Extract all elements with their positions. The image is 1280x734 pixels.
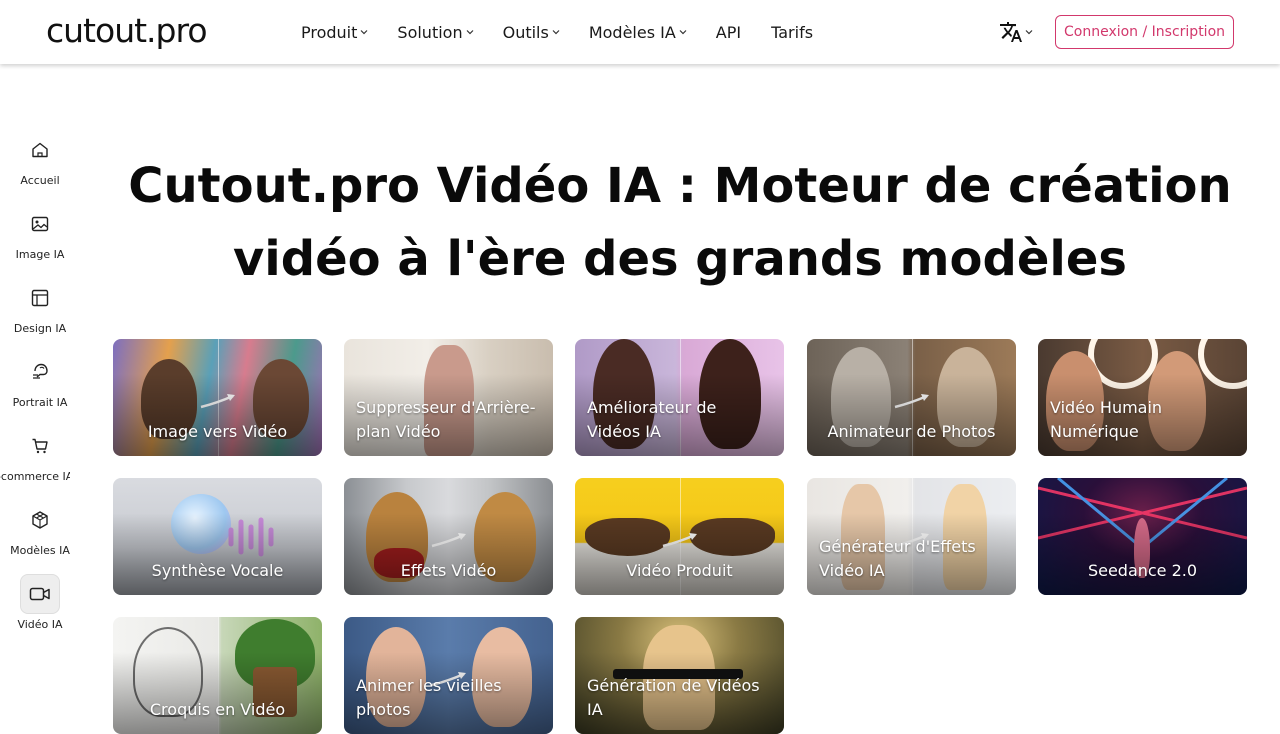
card-label: Vidéo Humain Numérique [1050,398,1163,441]
card-label: Générateur d'Effets Vidéo IA [819,537,976,580]
sidebar-item-ecommerce-ia[interactable]: E-commerce IA [0,426,80,500]
card-label: Croquis en Vidéo [149,700,286,719]
page-title-line2: vidéo à l'ère des grands modèles [233,231,1127,287]
nav-tarifs-label: Tarifs [771,22,814,42]
nav-tarifs[interactable]: Tarifs [771,20,813,44]
sidebar-item-video-ia[interactable]: Vidéo IA [0,574,80,648]
sidebar-item-label: Portrait IA [12,396,68,409]
card-label: Améliorateur de Vidéos IA [587,398,717,441]
card-generateur-effets-video[interactable]: Générateur d'Effets Vidéo IA [807,478,1016,595]
card-label: Image vers Vidéo [147,422,288,441]
card-video-produit[interactable]: Vidéo Produit [575,478,784,595]
card-animateur-photos[interactable]: Animateur de Photos [807,339,1016,456]
nav-produit-label: Produit [301,22,358,42]
layout-icon [20,278,60,318]
home-icon [20,130,60,170]
card-synthese-vocale[interactable]: Synthèse Vocale [113,478,322,595]
sidebar-item-portrait-ia[interactable]: Portrait IA [0,352,80,426]
translate-icon [1000,22,1022,42]
chevron-down-icon [679,30,687,35]
sidebar-item-label: Modèles IA [10,544,70,557]
card-suppresseur-arriere-plan[interactable]: Suppresseur d'Arrière-plan Vidéo [344,339,553,456]
sidebar-item-image-ia[interactable]: Image IA [0,204,80,278]
login-signup-button[interactable]: Connexion / Inscription [1055,15,1234,49]
nav-solution-label: Solution [397,22,463,42]
nav-outils-label: Outils [502,22,549,42]
nav-api-label: API [715,22,742,42]
chevron-down-icon [552,30,560,35]
page-title-line1: Cutout.pro Vidéo IA : Moteur de création [128,158,1232,214]
card-label: Vidéo Produit [626,561,733,580]
top-header: cutout.pro Produit Solution Outils Modèl… [0,0,1280,64]
chevron-down-icon [1025,30,1033,35]
language-selector[interactable] [999,20,1033,44]
cart-icon [20,426,60,466]
card-seedance[interactable]: Seedance 2.0 [1038,478,1247,595]
portrait-icon [20,352,60,392]
nav-solution[interactable]: Solution [397,20,474,44]
nav-modeles-ia-label: Modèles IA [588,22,676,42]
sidebar-item-label: Image IA [15,248,65,261]
sidebar-item-label: E-commerce IA [0,470,70,483]
card-ameliorateur-videos[interactable]: Améliorateur de Vidéos IA [575,339,784,456]
sidebar-item-accueil[interactable]: Accueil [0,130,80,204]
sidebar-item-design-ia[interactable]: Design IA [0,278,80,352]
card-label: Synthèse Vocale [151,561,284,580]
nav-outils[interactable]: Outils [503,20,560,44]
card-croquis-en-video[interactable]: Croquis en Vidéo [113,617,322,734]
image-icon [20,204,60,244]
nav-api[interactable]: API [716,20,741,44]
cube-icon [20,500,60,540]
card-video-humain-numerique[interactable]: Vidéo Humain Numérique [1038,339,1247,456]
sidebar-item-label: Vidéo IA [17,618,63,631]
nav-produit[interactable]: Produit [301,20,368,44]
card-image-vers-video[interactable]: Image vers Vidéo [113,339,322,456]
nav-modeles-ia[interactable]: Modèles IA [589,20,687,44]
sidebar-item-label: Accueil [20,174,60,187]
page-title: Cutout.pro Vidéo IA : Moteur de création… [100,150,1260,296]
card-label: Animateur de Photos [827,422,996,441]
chevron-down-icon [360,30,368,35]
main-nav: Produit Solution Outils Modèles IA API T… [301,20,813,44]
card-label: Seedance 2.0 [1087,561,1198,580]
card-label: Suppresseur d'Arrière-plan Vidéo [356,398,536,441]
card-generation-videos-ia[interactable]: Génération de Vidéos IA [575,617,784,734]
card-label: Effets Vidéo [400,561,497,580]
card-label: Génération de Vidéos IA [587,676,760,719]
video-icon [20,574,60,614]
card-effets-video[interactable]: Effets Vidéo [344,478,553,595]
chevron-down-icon [466,30,474,35]
card-animer-vieilles-photos[interactable]: Animer les vieilles photos [344,617,553,734]
logo[interactable]: cutout.pro [46,11,208,50]
sidebar-item-modeles-ia[interactable]: Modèles IA [0,500,80,574]
card-label: Animer les vieilles photos [356,676,502,719]
sidebar-item-label: Design IA [13,322,67,335]
